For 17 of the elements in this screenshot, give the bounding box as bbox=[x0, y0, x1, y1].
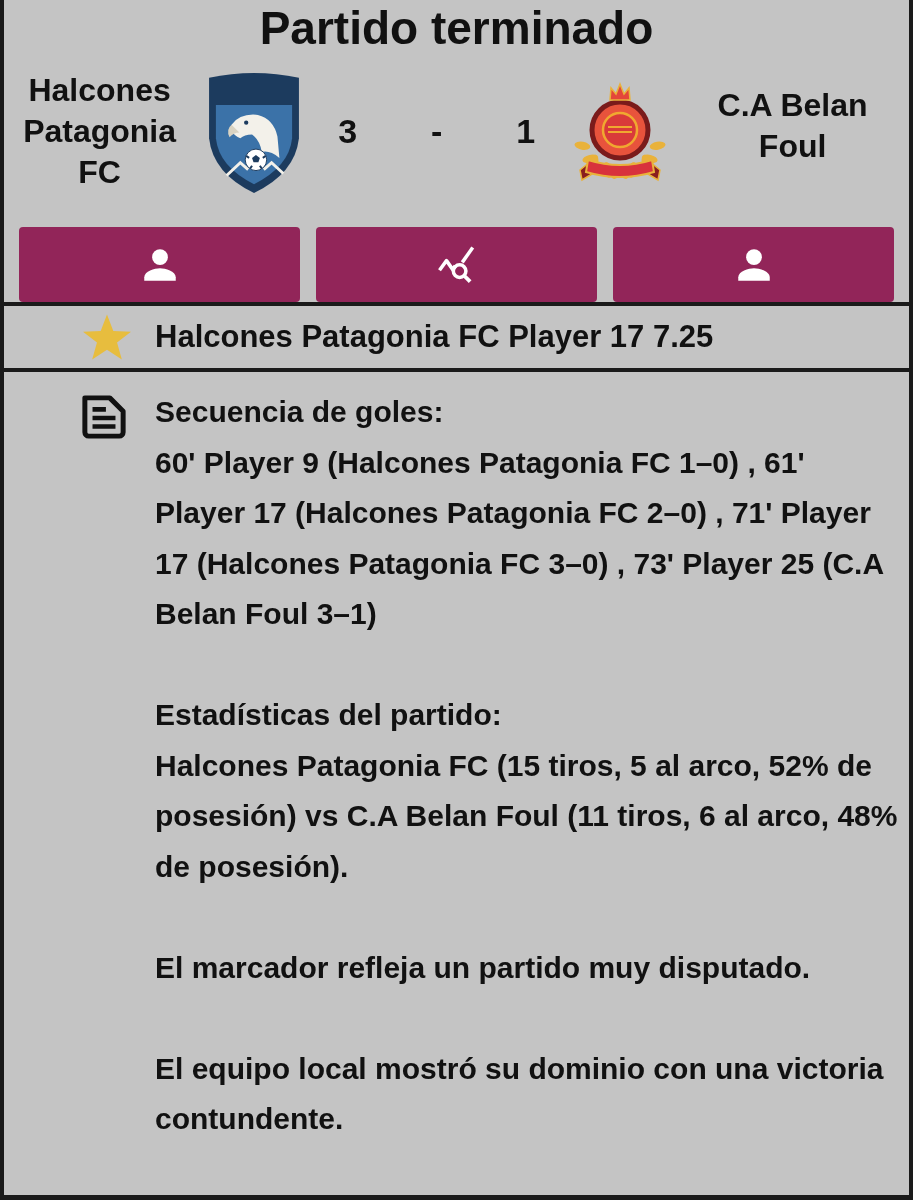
summary-heading: Estadísticas del partido: bbox=[155, 697, 503, 733]
summary-paragraph: El equipo local mostró su dominio con una victoria contundente. bbox=[155, 1050, 885, 1137]
score-separator: - bbox=[431, 111, 443, 152]
best-player-text: Halcones Patagonia FC Player 17 7.25 bbox=[155, 318, 714, 356]
summary-heading: Secuencia de goles: bbox=[155, 394, 445, 430]
document-icon bbox=[82, 395, 126, 439]
team-name: Halcones Patagonia FC bbox=[22, 71, 178, 192]
star-icon bbox=[83, 314, 131, 360]
summary-paragraph: 60' Player 9 (Halcones Patagonia FC 1–0) , 61' Player 17 (Halcones Patagonia FC 2–0) , 71' Player 17 (Halcones Patagonia FC 3–0) , 73' Player 25 (C.A Belan Foul 3–1) bbox=[155, 444, 885, 632]
summary-paragraph: El marcador refleja un partido muy disputado. bbox=[155, 949, 812, 986]
team-name: C.A Belan Foul bbox=[716, 85, 869, 166]
summary-paragraph: Halcones Patagonia FC (15 tiros, 5 al arco, 52% de posesión) vs C.A Belan Foul (11 tiros, 6 al arco, 48% de posesión). bbox=[155, 747, 899, 885]
player-button[interactable] bbox=[19, 227, 300, 302]
score-number: 1 bbox=[516, 111, 536, 152]
match-title: Partido terminado bbox=[258, 1, 655, 56]
score-number: 3 bbox=[338, 111, 358, 152]
player-button[interactable] bbox=[613, 227, 894, 302]
